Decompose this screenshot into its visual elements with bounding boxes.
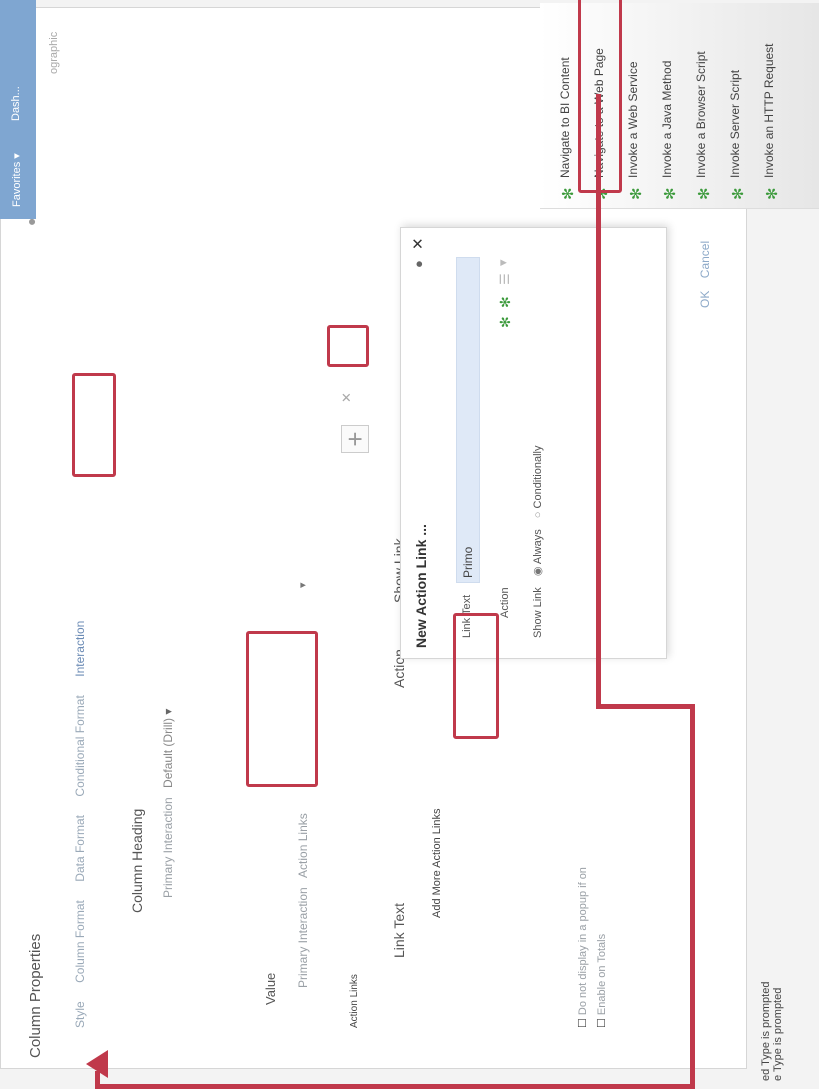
- primary-interaction-select[interactable]: Default (Drill): [161, 718, 175, 788]
- link-text-input[interactable]: Primo: [456, 257, 480, 583]
- run-icon: ✻: [764, 187, 781, 200]
- menu-item-web-service[interactable]: ✻ Invoke a Web Service: [620, 0, 646, 208]
- run-icon: ✻: [696, 187, 713, 200]
- tab-style[interactable]: Style: [73, 1001, 87, 1028]
- highlight-add-button: [327, 325, 369, 367]
- connector-line: [95, 1084, 695, 1089]
- totals-checkbox[interactable]: ☐: [596, 1018, 608, 1028]
- tab-column-format[interactable]: Column Format: [73, 900, 87, 983]
- delete-icon[interactable]: ✕: [339, 392, 355, 403]
- menu-item-navigate-bi[interactable]: ✻ Navigate to BI Content: [552, 0, 578, 208]
- cancel-button[interactable]: Cancel: [698, 241, 712, 278]
- popup-checkbox-label: Do not display in a popup if on: [577, 867, 589, 1016]
- connector-line: [596, 704, 694, 709]
- bg-label: ed Type is prompted: [760, 981, 772, 1081]
- list-icon[interactable]: ☰: [497, 273, 513, 285]
- connector-line: [596, 664, 601, 709]
- show-link-label: Show Link: [532, 587, 544, 638]
- value-primary-interaction-select[interactable]: Action Links: [296, 813, 310, 878]
- highlight-value: [246, 631, 318, 787]
- screenshot-stage: ed Type is prompted e Type is prompted C…: [0, 0, 819, 1089]
- add-action-link-button[interactable]: +: [340, 425, 370, 453]
- dialog-title: Column Properties: [27, 933, 44, 1058]
- primary-interaction-row: Primary Interaction Default (Drill) ▾: [161, 709, 175, 898]
- value-interaction-row: Primary Interaction Action Links: [296, 813, 310, 988]
- run-icon: ✻: [628, 187, 645, 200]
- run-action-icon[interactable]: ✻: [497, 316, 514, 328]
- tab-interaction[interactable]: Interaction: [73, 621, 87, 677]
- highlight-link-text: [453, 613, 499, 739]
- menu-item-label: Invoke a Browser Script: [694, 51, 708, 178]
- primary-interaction-label: Primary Interaction: [161, 797, 175, 898]
- value-primary-interaction-label: Primary Interaction: [296, 887, 310, 988]
- help-icon[interactable]: ●: [411, 260, 426, 268]
- menu-item-label: Invoke a Web Service: [626, 61, 640, 178]
- chevron-down-icon: ▾: [161, 708, 175, 715]
- top-nav-bar: Favorites ▾ Dash...: [0, 0, 36, 219]
- favorites-menu[interactable]: Favorites ▾: [10, 153, 23, 207]
- popup-checkbox[interactable]: ☐: [577, 1018, 589, 1028]
- ok-button[interactable]: OK: [698, 291, 712, 308]
- menu-item-label: Invoke Server Script: [728, 69, 742, 178]
- totals-checkbox-label: Enable on Totals: [596, 933, 608, 1016]
- run-icon: ✻: [662, 187, 679, 200]
- arrow-head: [86, 1050, 108, 1078]
- menu-item-browser-script[interactable]: ✻ Invoke a Browser Script: [688, 0, 714, 208]
- column-heading-label: Column Heading: [129, 808, 145, 913]
- menu-item-label: Navigate to BI Content: [558, 57, 572, 178]
- add-more-links-label: Add More Action Links: [431, 808, 443, 918]
- tab-bar: Style Column Format Data Format Conditio…: [71, 607, 89, 1028]
- conditionally-label: Conditionally: [532, 445, 544, 509]
- radio-conditionally[interactable]: ○: [532, 512, 544, 519]
- dialog-buttons: OK Cancel: [696, 241, 714, 308]
- value-label: Value: [263, 972, 278, 1005]
- link-text-column-header: Link Text: [391, 903, 407, 958]
- background-text: ographic: [48, 31, 60, 74]
- close-icon[interactable]: ✕: [409, 237, 427, 250]
- radio-always[interactable]: ◉: [532, 567, 544, 577]
- scene: ed Type is prompted e Type is prompted C…: [0, 0, 819, 1089]
- new-action-link-title: New Action Link ...: [413, 524, 429, 648]
- tab-conditional-format[interactable]: Conditional Format: [73, 695, 87, 796]
- menu-item-java-method[interactable]: ✻ Invoke a Java Method: [654, 0, 680, 208]
- connector-line: [596, 94, 601, 669]
- run-icon: ✻: [730, 187, 747, 200]
- connector-line: [690, 704, 695, 1089]
- tab-data-format[interactable]: Data Format: [73, 815, 87, 882]
- menu-item-http-request[interactable]: ✻ Invoke an HTTP Request: [756, 0, 782, 208]
- background-labels: ed Type is prompted e Type is prompted: [760, 982, 784, 1081]
- highlight-interaction-tab: [72, 373, 116, 477]
- show-link-row: Show Link ◉ Always ○ Conditionally: [531, 446, 544, 639]
- chevron-down-icon[interactable]: ▾: [495, 259, 511, 266]
- new-action-link-dialog: New Action Link ... ● ✕ Link Text Primo …: [400, 227, 667, 659]
- dashboards-menu[interactable]: Dash...: [10, 86, 22, 121]
- menu-item-label: Invoke an HTTP Request: [762, 43, 776, 178]
- menu-item-label: Invoke a Java Method: [660, 60, 674, 178]
- bg-label: e Type is prompted: [772, 987, 784, 1081]
- dropdown-arrow-icon[interactable]: ▾: [296, 582, 309, 588]
- action-links-label: Action Links: [349, 974, 360, 1028]
- edit-action-icon[interactable]: ✻: [497, 296, 514, 308]
- action-label: Action: [499, 587, 511, 618]
- popup-checkbox-row: ☐ Do not display in a popup if on: [576, 867, 589, 1028]
- always-label: Always: [532, 529, 544, 565]
- totals-checkbox-row: ☐ Enable on Totals: [595, 934, 608, 1028]
- menu-item-server-script[interactable]: ✻ Invoke Server Script: [722, 0, 748, 208]
